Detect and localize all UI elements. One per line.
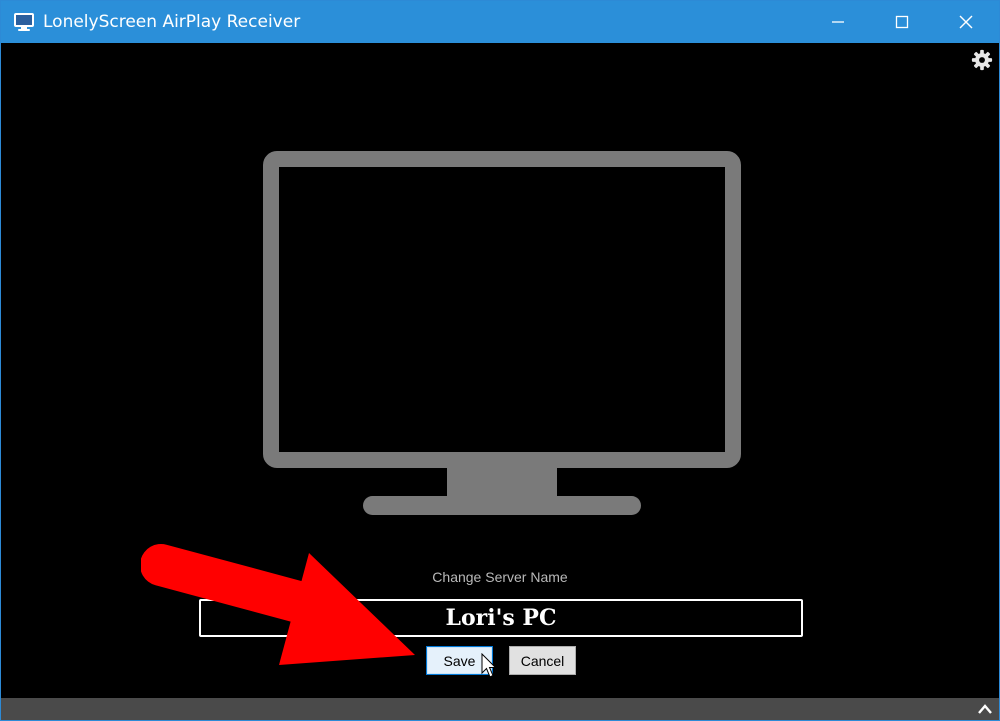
- window-title: LonelyScreen AirPlay Receiver: [43, 12, 301, 32]
- close-button[interactable]: [935, 1, 997, 43]
- gear-icon[interactable]: [971, 49, 993, 71]
- title-bar[interactable]: LonelyScreen AirPlay Receiver: [1, 1, 999, 43]
- minimize-button[interactable]: [807, 1, 869, 43]
- mouse-cursor-icon: [481, 653, 497, 678]
- maximize-button[interactable]: [871, 1, 933, 43]
- close-icon: [959, 15, 973, 29]
- bottom-bar: [1, 698, 999, 720]
- monitor-icon: [13, 12, 35, 32]
- annotation-arrow: [141, 544, 415, 665]
- app-window: LonelyScreen AirPlay Receiver Change Ser…: [0, 0, 1000, 721]
- chevron-up-icon[interactable]: [977, 702, 993, 716]
- monitor-illustration: [263, 151, 741, 515]
- maximize-icon: [895, 15, 909, 29]
- minimize-icon: [832, 21, 844, 23]
- cancel-button[interactable]: Cancel: [509, 646, 576, 675]
